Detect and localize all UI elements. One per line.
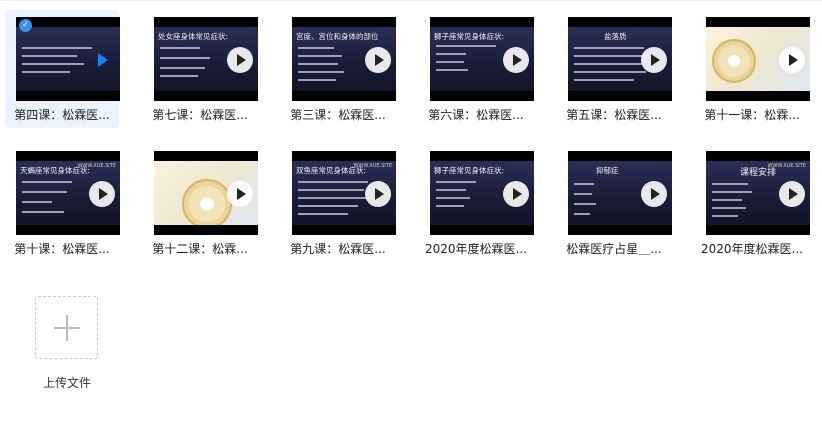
video-thumbnail: 宫度、宫位和身体的部位 (292, 17, 396, 101)
file-tile[interactable]: 天蝎座常见身体症状: WWW.XUE.SITE 第十课：松霖医... (5, 144, 120, 262)
video-thumbnail (16, 17, 120, 101)
file-name[interactable]: 2020年度松霖医... (695, 240, 809, 257)
file-name[interactable]: 第十二课：松霖... (143, 240, 257, 257)
chart-wheel-icon (182, 179, 232, 229)
video-thumbnail: 天蝎座常见身体症状: WWW.XUE.SITE (16, 151, 120, 235)
play-icon (779, 181, 805, 207)
play-icon (503, 181, 529, 207)
video-thumbnail: 狮子座常见身体症状: (430, 151, 534, 235)
file-tile[interactable]: 双鱼座常见身体症状: WWW.XUE.SITE 第九课：松霖医... (281, 144, 396, 262)
play-icon (89, 181, 115, 207)
file-tile[interactable]: 盐落质 第五课：松霖医... (557, 10, 672, 128)
play-icon (365, 181, 391, 207)
file-tile[interactable]: 处女座身体常见症状: 第七课：松霖医... (143, 10, 258, 128)
file-name[interactable]: 第五课：松霖医... (557, 106, 671, 123)
file-name[interactable]: 2020年度松霖医... (419, 240, 533, 257)
file-tile[interactable]: 课程安排 WWW.XUE.SITE 2020年度松霖医... (695, 144, 810, 262)
play-icon (89, 47, 115, 73)
file-tile[interactable]: 宫度、宫位和身体的部位 第三课：松霖医... (281, 10, 396, 128)
video-thumbnail (154, 151, 258, 235)
video-thumbnail: 盐落质 (568, 17, 672, 101)
play-icon (641, 47, 667, 73)
file-name[interactable]: 第十课：松霖医... (5, 240, 119, 257)
top-divider (0, 0, 822, 1)
play-icon (503, 47, 529, 73)
file-tile[interactable]: ✓ 第四课：松霖医... (5, 10, 120, 128)
checkbox-checked-icon[interactable]: ✓ (19, 19, 32, 32)
video-thumbnail: 抑郁症 (568, 151, 672, 235)
file-tile[interactable]: 狮子座常见身体症状: 2020年度松霖医... (419, 144, 534, 262)
video-thumbnail: 狮子座常见身体症状: (430, 17, 534, 101)
play-icon (227, 47, 253, 73)
file-name[interactable]: 第七课：松霖医... (143, 106, 257, 123)
video-thumbnail: 处女座身体常见症状: (154, 17, 258, 101)
upload-label[interactable]: 上传文件 (20, 374, 114, 391)
video-thumbnail: 双鱼座常见身体症状: WWW.XUE.SITE (292, 151, 396, 235)
upload-button[interactable] (35, 296, 98, 359)
file-tile[interactable]: 狮子座常见身体症状: 第六课：松霖医... (419, 10, 534, 128)
video-thumbnail: 课程安排 WWW.XUE.SITE (706, 151, 810, 235)
file-name[interactable]: 第四课：松霖医... (5, 106, 119, 123)
play-icon (227, 181, 253, 207)
file-name[interactable]: 第九课：松霖医... (281, 240, 395, 257)
file-tile[interactable]: 第十二课：松霖... (143, 144, 258, 262)
file-name[interactable]: 第十一课：松霖... (695, 106, 809, 123)
file-name[interactable]: 第六课：松霖医... (419, 106, 533, 123)
file-name[interactable]: 松霖医疗占星＿... (557, 240, 671, 257)
file-name[interactable]: 第三课：松霖医... (281, 106, 395, 123)
file-tile[interactable]: 第十一课：松霖... (695, 10, 810, 128)
chart-wheel-icon (712, 39, 756, 83)
play-icon (779, 47, 805, 73)
video-thumbnail (706, 17, 810, 101)
play-icon (641, 181, 667, 207)
file-tile[interactable]: 抑郁症 松霖医疗占星＿... (557, 144, 672, 262)
play-icon (365, 47, 391, 73)
